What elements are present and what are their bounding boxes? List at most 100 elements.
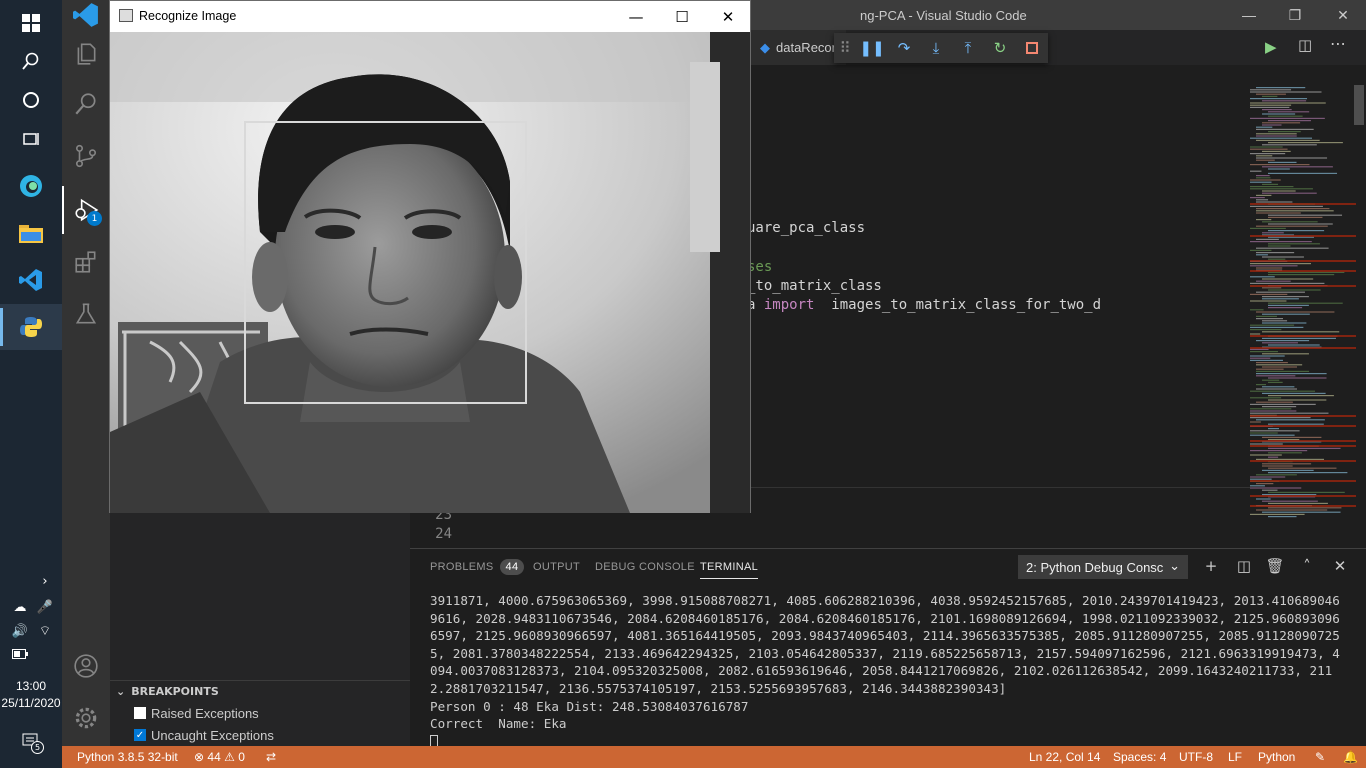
activity-bar: 1 bbox=[62, 0, 110, 746]
restore-button[interactable]: ❐ bbox=[1272, 0, 1318, 30]
more-actions-button[interactable]: ⋯ bbox=[1330, 34, 1346, 53]
maximize-panel-button[interactable]: ˄ bbox=[1297, 557, 1317, 575]
taskbar-time[interactable]: 13:00 bbox=[0, 679, 62, 693]
explorer-button[interactable] bbox=[62, 30, 110, 78]
python-taskbar-button[interactable] bbox=[0, 304, 62, 350]
recognize-window-title-bar[interactable]: Recognize Image — ☐ ✕ bbox=[110, 1, 750, 32]
step-into-button[interactable]: ⤓ bbox=[920, 33, 952, 63]
debug-badge: 1 bbox=[87, 211, 102, 226]
task-view-icon bbox=[23, 133, 39, 145]
vscode-taskbar-button[interactable] bbox=[0, 257, 62, 303]
action-center-button[interactable]: 5 bbox=[18, 728, 44, 754]
source-control-button[interactable] bbox=[62, 132, 110, 180]
end-of-line[interactable]: LF bbox=[1228, 750, 1242, 764]
encoding[interactable]: UTF-8 bbox=[1179, 750, 1213, 764]
battery-icon[interactable] bbox=[10, 646, 30, 662]
recognize-maximize-button[interactable]: ☐ bbox=[659, 1, 705, 32]
code-line-import[interactable]: a import images_to_matrix_class_for_two_… bbox=[747, 297, 1101, 313]
python-file-icon: ◆ bbox=[760, 39, 770, 55]
editor-tab[interactable]: ◆ dataRecor bbox=[750, 30, 846, 65]
code-token: images_to_matrix_class_for_two_d bbox=[814, 297, 1102, 313]
wifi-icon[interactable]: ⌔ bbox=[36, 622, 54, 640]
split-editor-button[interactable]: ◫ bbox=[1298, 36, 1312, 54]
search-icon bbox=[75, 93, 96, 115]
restart-icon: ↻ bbox=[993, 39, 1007, 57]
chevron-down-icon: ⌄ bbox=[1169, 558, 1180, 573]
minimap[interactable] bbox=[1250, 85, 1356, 520]
breakpoint-raised-exceptions[interactable]: Raised Exceptions bbox=[134, 702, 259, 724]
extensions-button[interactable] bbox=[62, 238, 110, 286]
terminal-result-line: Correct Name: Eka bbox=[430, 716, 567, 732]
terminal-select[interactable]: 2: Python Debug Consc ⌄ bbox=[1018, 555, 1188, 579]
plus-icon: + bbox=[1204, 557, 1218, 575]
tab-debug-console[interactable]: DEBUG CONSOLE bbox=[595, 561, 695, 573]
accounts-button[interactable] bbox=[62, 642, 110, 690]
problems-indicator[interactable]: ⊗ 44 ⚠ 0 bbox=[194, 750, 245, 764]
run-button[interactable]: ▶ bbox=[1265, 38, 1277, 56]
code-line[interactable]: uare_pca_class bbox=[747, 220, 865, 236]
taskbar-date[interactable]: 25/11/2020 bbox=[0, 696, 62, 710]
recognize-minimize-button[interactable]: — bbox=[613, 1, 659, 32]
onedrive-cloud-icon[interactable]: ☁ bbox=[10, 598, 30, 616]
show-hidden-icons-chevron-icon[interactable]: › bbox=[36, 572, 54, 590]
restart-button[interactable]: ↻ bbox=[984, 33, 1016, 63]
notification-count-badge: 5 bbox=[31, 741, 44, 754]
webcam-frame bbox=[110, 32, 750, 513]
edge-browser-icon bbox=[20, 175, 42, 197]
breakpoint-uncaught-exceptions[interactable]: ✓ Uncaught Exceptions bbox=[134, 724, 274, 746]
code-keyword: import bbox=[763, 297, 815, 313]
close-icon: ✕ bbox=[1333, 557, 1347, 575]
new-terminal-button[interactable]: + bbox=[1201, 557, 1221, 575]
scrollbar-thumb[interactable] bbox=[1354, 85, 1364, 125]
step-out-icon: ⤒ bbox=[964, 39, 972, 57]
language-mode[interactable]: Python bbox=[1258, 750, 1295, 764]
code-line[interactable]: _to_matrix_class bbox=[747, 278, 882, 294]
feedback-icon[interactable]: ✎ bbox=[1315, 750, 1325, 764]
pause-button[interactable]: ❚❚ bbox=[856, 33, 888, 63]
minimize-button[interactable]: — bbox=[1226, 0, 1272, 30]
drag-handle-icon[interactable]: ⠿ bbox=[834, 33, 856, 63]
pause-icon: ❚❚ bbox=[859, 39, 885, 57]
folder-icon bbox=[19, 225, 43, 243]
breakpoint-label: Raised Exceptions bbox=[151, 705, 259, 721]
testing-button[interactable] bbox=[62, 290, 110, 338]
bottom-panel: PROBLEMS 44 OUTPUT DEBUG CONSOLE TERMINAL… bbox=[410, 548, 1366, 750]
close-button[interactable]: ✕ bbox=[1320, 0, 1366, 30]
webcam-image bbox=[110, 32, 750, 513]
search-view-button[interactable] bbox=[62, 80, 110, 128]
current-line-highlight bbox=[750, 487, 1250, 488]
cursor-position[interactable]: Ln 22, Col 14 bbox=[1029, 750, 1100, 764]
trash-icon: 🗑 bbox=[1265, 557, 1285, 575]
split-terminal-button[interactable]: ◫ bbox=[1234, 557, 1254, 575]
editor-scrollbar[interactable] bbox=[1352, 85, 1366, 520]
kill-terminal-button[interactable]: 🗑 bbox=[1265, 557, 1285, 575]
live-share-icon[interactable]: ⇄ bbox=[266, 750, 276, 764]
step-out-button[interactable]: ⤒ bbox=[952, 33, 984, 63]
warning-icon: ⚠ bbox=[224, 750, 235, 764]
close-panel-button[interactable]: ✕ bbox=[1330, 557, 1350, 575]
breakpoints-header[interactable]: ⌄ BREAKPOINTS bbox=[110, 680, 410, 702]
python-interpreter[interactable]: Python 3.8.5 32-bit bbox=[77, 750, 178, 764]
settings-button[interactable] bbox=[62, 694, 110, 742]
tab-problems[interactable]: PROBLEMS 44 bbox=[430, 559, 525, 575]
task-view-button[interactable] bbox=[0, 116, 62, 162]
run-debug-button[interactable]: 1 bbox=[62, 186, 110, 234]
step-over-button[interactable]: ↷ bbox=[888, 33, 920, 63]
microphone-icon[interactable]: 🎤 bbox=[36, 598, 54, 616]
file-explorer-button[interactable] bbox=[0, 210, 62, 256]
edge-browser-button[interactable] bbox=[0, 163, 62, 209]
raised-exceptions-checkbox[interactable] bbox=[134, 707, 146, 719]
cortana-icon bbox=[23, 92, 39, 108]
indentation[interactable]: Spaces: 4 bbox=[1113, 750, 1166, 764]
split-icon: ◫ bbox=[1236, 557, 1252, 575]
bell-icon[interactable]: 🔔 bbox=[1343, 750, 1358, 764]
tab-output[interactable]: OUTPUT bbox=[533, 561, 580, 573]
vscode-icon bbox=[19, 269, 42, 291]
volume-icon[interactable]: 🔊 bbox=[10, 622, 30, 640]
terminal-output[interactable]: 3911871, 4000.675963065369, 3998.9150887… bbox=[430, 592, 1345, 750]
tab-terminal[interactable]: TERMINAL bbox=[700, 561, 759, 579]
stop-button[interactable] bbox=[1016, 33, 1048, 63]
recognize-close-button[interactable]: ✕ bbox=[705, 1, 751, 32]
uncaught-exceptions-checkbox[interactable]: ✓ bbox=[134, 729, 146, 741]
files-icon bbox=[77, 43, 96, 65]
